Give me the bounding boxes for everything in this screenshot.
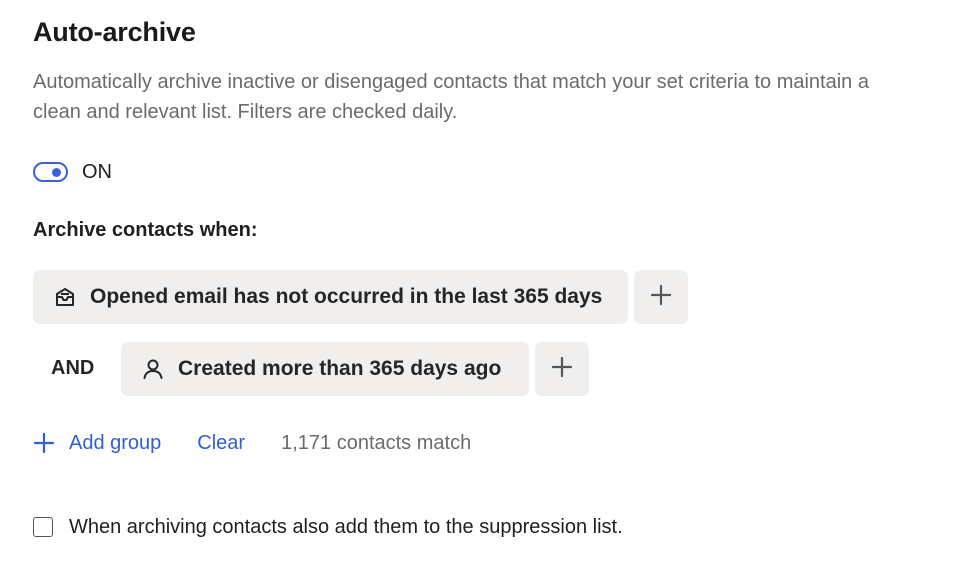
section-title: Auto-archive	[33, 17, 196, 47]
plus-icon	[650, 284, 672, 311]
add-condition-button[interactable]	[535, 342, 589, 396]
toggle-knob	[52, 167, 61, 177]
and-connector: AND	[51, 357, 95, 379]
condition-text: Created more than 365 days ago	[178, 357, 502, 380]
suppression-checkbox[interactable]	[33, 517, 53, 537]
auto-archive-toggle-row: ON	[33, 157, 112, 187]
criteria-heading: Archive contacts when:	[33, 219, 258, 241]
add-condition-button[interactable]	[634, 270, 688, 324]
suppression-option: When archiving contacts also add them to…	[33, 512, 623, 542]
contacts-match-count: 1,171 contacts match	[281, 431, 472, 454]
suppression-checkbox-label[interactable]: When archiving contacts also add them to…	[69, 516, 623, 539]
clear-button[interactable]: Clear	[197, 432, 245, 455]
section-description: Automatically archive inactive or diseng…	[33, 71, 869, 123]
auto-archive-panel: Auto-archive Automatically archive inact…	[0, 0, 964, 572]
email-open-icon	[53, 285, 77, 309]
plus-icon	[33, 432, 55, 454]
condition-chip-created[interactable]: Created more than 365 days ago	[121, 342, 529, 396]
filter-actions: Add group Clear 1,171 contacts match	[33, 428, 471, 458]
condition-chip-opened-email[interactable]: Opened email has not occurred in the las…	[33, 270, 628, 324]
add-group-label: Add group	[69, 431, 162, 454]
condition-text: Opened email has not occurred in the las…	[90, 285, 603, 308]
add-group-button[interactable]: Add group	[33, 432, 161, 455]
plus-icon	[551, 356, 573, 383]
person-icon	[141, 357, 165, 381]
auto-archive-toggle[interactable]	[33, 162, 68, 182]
toggle-state-label: ON	[82, 160, 112, 183]
